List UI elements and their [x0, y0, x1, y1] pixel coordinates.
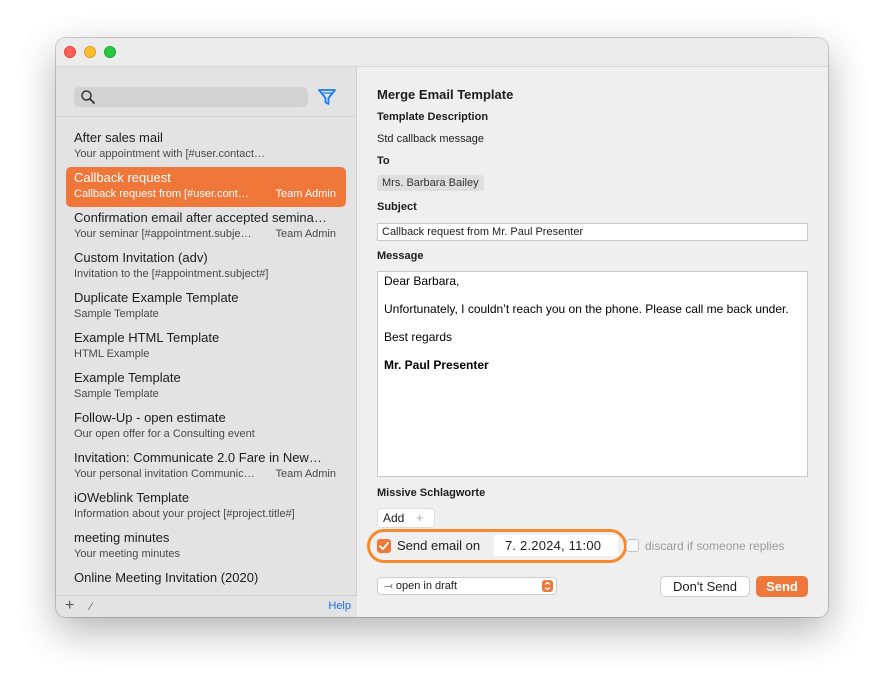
list-item[interactable]: Duplicate Example Template Sample Templa… — [66, 287, 346, 327]
item-title: Online Meeting Invitation (2020) — [74, 570, 259, 585]
item-title: iOWeblink Template — [74, 490, 190, 505]
item-description: Your seminar [#appointment.subje… — [74, 228, 252, 240]
recipient-chip[interactable]: Mrs. Barbara Bailey — [377, 175, 484, 191]
template-description-value: Std callback message — [377, 133, 484, 145]
minimize-window-button[interactable] — [84, 46, 96, 58]
item-description: Your appointment with [#user.contact.fir… — [74, 148, 266, 160]
item-title: After sales mail — [74, 130, 163, 145]
item-subtitle: Information about your project [#project… — [74, 508, 340, 520]
item-title: Callback request — [74, 170, 171, 185]
list-item[interactable]: Example Template Sample Template — [66, 367, 346, 407]
item-description: Our open offer for a Consulting event — [74, 428, 255, 440]
search-bar — [56, 67, 357, 117]
item-title: Custom Invitation (adv) — [74, 250, 208, 265]
list-item[interactable]: iOWeblink Template Information about you… — [66, 487, 346, 527]
template-sidebar: After sales mail Your appointment with [… — [56, 67, 357, 617]
close-window-button[interactable] — [64, 46, 76, 58]
item-subtitle: Your meeting minutes — [74, 548, 340, 560]
template-list: After sales mail Your appointment with [… — [56, 127, 357, 595]
send-date-field[interactable]: 7. 2.2024, 11:00 — [494, 535, 618, 556]
list-item[interactable]: After sales mail Your appointment with [… — [66, 127, 346, 167]
message-line: Best regards — [384, 330, 453, 344]
item-subtitle: Your seminar [#appointment.subje… Team Ad… — [74, 228, 340, 240]
item-title: Example Template — [74, 370, 181, 385]
item-title: meeting minutes — [74, 530, 170, 545]
subject-field[interactable]: Callback request from Mr. Paul Presenter — [377, 223, 808, 241]
zoom-window-button[interactable] — [104, 46, 116, 58]
message-label: Message — [377, 250, 424, 262]
title-bar — [56, 38, 828, 67]
dont-send-button[interactable]: Don't Send — [660, 576, 750, 597]
discard-checkbox[interactable] — [626, 539, 639, 552]
item-owner: Team Admin — [275, 468, 336, 480]
item-owner: Team Admin — [275, 228, 336, 240]
list-item[interactable]: meeting minutes Your meeting minutes — [66, 527, 346, 567]
item-title: Confirmation email after accepted semina… — [74, 210, 327, 225]
plus-icon: + — [416, 510, 424, 525]
search-icon — [81, 90, 95, 104]
item-subtitle: Sample Template — [74, 388, 340, 400]
send-button[interactable]: Send — [756, 576, 808, 597]
message-line: Unfortunately, I couldn’t reach you on t… — [384, 302, 789, 316]
chevron-updown-icon — [542, 580, 553, 592]
item-subtitle: Sample Template — [74, 308, 340, 320]
sidebar-footer: + ⁄ Help — [56, 595, 357, 617]
draft-mode-value: open in draft — [395, 580, 458, 592]
checkmark-icon — [379, 541, 389, 550]
item-title: Follow-Up - open estimate — [74, 410, 226, 425]
item-title: Duplicate Example Template — [74, 290, 239, 305]
draft-mode-select[interactable]: ⤙ open in draft — [377, 577, 557, 595]
item-owner: Team Admin — [275, 188, 336, 200]
list-item[interactable]: Invitation: Communicate 2.0 Fare in New…… — [66, 447, 346, 487]
send-on-label: Send email on — [397, 538, 481, 553]
subject-label: Subject — [377, 201, 417, 213]
item-description: Invitation to the [#appointment.subject#… — [74, 268, 269, 280]
merge-email-panel: Merge Email Template Template Descriptio… — [358, 67, 828, 617]
item-description: HTML Example — [74, 348, 150, 360]
filter-icon[interactable] — [316, 86, 338, 108]
item-subtitle: Your appointment with [#user.contact.fir… — [74, 148, 340, 160]
list-item[interactable]: Custom Invitation (adv) Invitation to th… — [66, 247, 346, 287]
item-title: Invitation: Communicate 2.0 Fare in New… — [74, 450, 322, 465]
page-title: Merge Email Template — [377, 87, 514, 102]
message-editor[interactable]: Dear Barbara, Unfortunately, I couldn’t … — [377, 271, 808, 477]
add-tag-label: Add — [383, 511, 405, 525]
message-signature: Mr. Paul Presenter — [384, 358, 489, 372]
tags-label: Missive Schlagworte — [377, 487, 486, 499]
list-item[interactable]: Follow-Up - open estimate Our open offer… — [66, 407, 346, 447]
search-input[interactable] — [74, 87, 308, 107]
item-title: Example HTML Template — [74, 330, 220, 345]
add-template-button[interactable]: + — [65, 597, 74, 615]
send-on-checkbox[interactable] — [377, 539, 391, 553]
discard-label: discard if someone replies — [645, 539, 785, 553]
message-line: Dear Barbara, — [384, 274, 460, 288]
item-description: Sample Template — [74, 388, 159, 400]
item-subtitle: Our open offer for a Consulting event — [74, 428, 340, 440]
item-subtitle: Invitation to the [#appointment.subject#… — [74, 268, 340, 280]
item-description: Sample Template — [74, 308, 159, 320]
list-item[interactable]: Online Meeting Invitation (2020) — [66, 567, 346, 595]
item-description: Callback request from [#user.cont… — [74, 188, 249, 200]
template-description-label: Template Description — [377, 111, 489, 123]
draft-mode-icon: ⤙ — [384, 580, 396, 592]
add-tag-button[interactable]: Add + — [377, 508, 435, 528]
to-label: To — [377, 155, 390, 167]
list-item-selected[interactable]: Callback request Callback request from [… — [66, 167, 346, 207]
app-window: After sales mail Your appointment with [… — [56, 38, 828, 617]
help-link[interactable]: Help — [328, 600, 351, 612]
item-description: Your personal invitation Communic… — [74, 468, 255, 480]
item-description: Your meeting minutes — [74, 548, 180, 560]
edit-template-button[interactable]: ⁄ — [90, 599, 92, 615]
list-item[interactable]: Confirmation email after accepted semina… — [66, 207, 346, 247]
item-subtitle: HTML Example — [74, 348, 340, 360]
list-item[interactable]: Example HTML Template HTML Example — [66, 327, 346, 367]
item-subtitle: Callback request from [#user.cont… Team A… — [74, 188, 340, 200]
item-description: Information about your project [#project… — [74, 508, 295, 520]
item-subtitle: Your personal invitation Communic… Team A… — [74, 468, 340, 480]
